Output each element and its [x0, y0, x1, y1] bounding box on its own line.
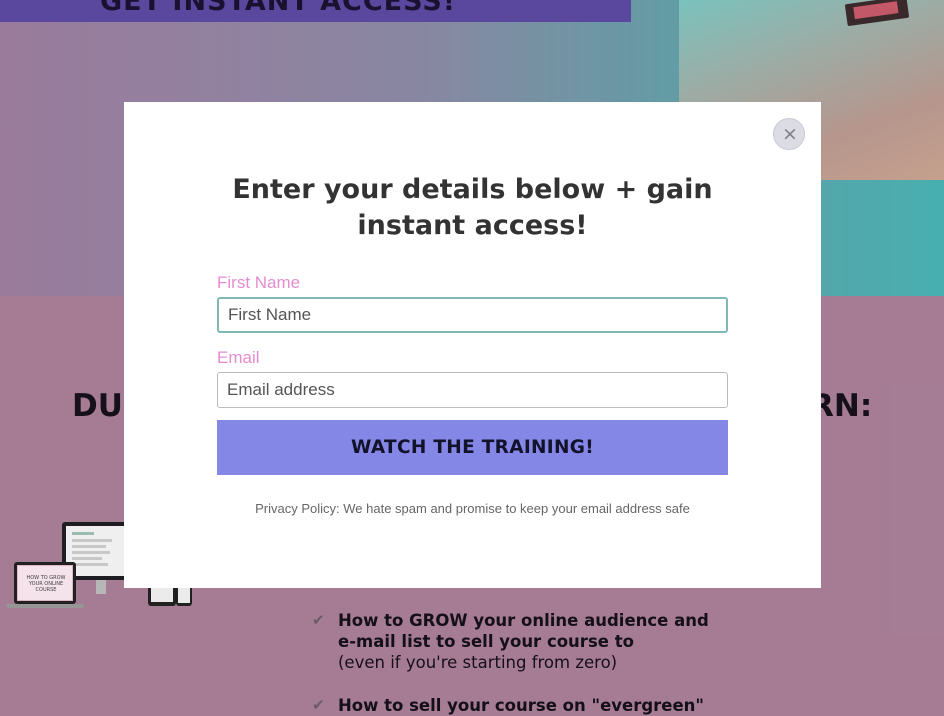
- modal-title: Enter your details below + gain instant …: [232, 174, 713, 241]
- close-button[interactable]: ×: [773, 118, 805, 150]
- signup-modal: × Enter your details below + gain instan…: [124, 102, 821, 588]
- watch-training-button[interactable]: WATCH THE TRAINING!: [217, 420, 728, 475]
- privacy-note: Privacy Policy: We hate spam and promise…: [255, 501, 690, 516]
- close-icon: ×: [782, 123, 798, 145]
- email-input[interactable]: [217, 372, 728, 408]
- first-name-label: First Name: [217, 273, 301, 292]
- first-name-input[interactable]: [217, 297, 728, 333]
- email-label: Email: [217, 348, 260, 367]
